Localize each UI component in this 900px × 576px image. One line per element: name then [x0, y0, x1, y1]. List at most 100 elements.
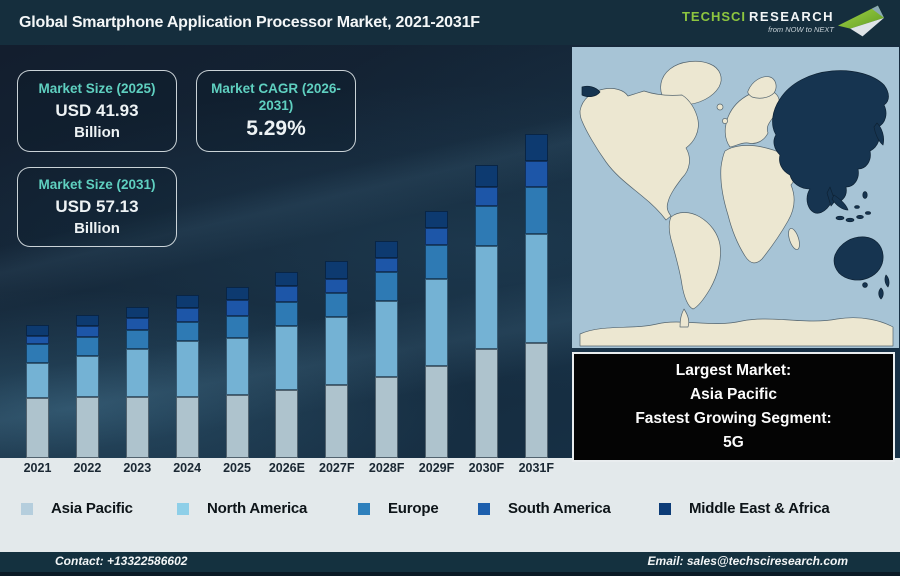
bar-segment-europe [325, 293, 348, 317]
bar-2030F [475, 165, 498, 458]
bar-segment-europe [76, 337, 99, 356]
largest-market-callout: Largest Market: Asia Pacific Fastest Gro… [572, 352, 895, 462]
legend-item-asia-pacific: Asia Pacific [21, 500, 133, 517]
bar-2031F [525, 134, 548, 458]
bar-segment-europe [275, 302, 298, 326]
techsci-logo: TechSci Research from NOW to NEXT [682, 4, 884, 38]
x-axis-label-2031F: 2031F [510, 461, 562, 475]
callout-line: Fastest Growing Segment: [574, 407, 893, 431]
stat-box-market-size-2025: Market Size (2025) USD 41.93 Billion [17, 70, 177, 152]
legend-swatch [478, 503, 490, 515]
bar-segment-asia-pacific [26, 398, 49, 458]
bar-segment-europe [475, 206, 498, 246]
stat-label: Market CAGR (2026-2031) [211, 81, 341, 115]
bar-2029F [425, 211, 448, 458]
bar-2023 [126, 307, 149, 458]
bar-segment-south-america [425, 228, 448, 245]
chart-legend: Asia Pacific North America Europe South Ame… [0, 500, 900, 524]
callout-line: Largest Market: [574, 359, 893, 383]
bar-segment-middle-east-africa [375, 241, 398, 258]
bar-segment-asia-pacific [76, 397, 99, 458]
bar-segment-middle-east-africa [226, 287, 249, 300]
bar-segment-asia-pacific [325, 385, 348, 458]
bar-segment-europe [375, 272, 398, 301]
legend-swatch [21, 503, 33, 515]
bar-segment-europe [525, 187, 548, 234]
bar-2028F [375, 241, 398, 458]
bar-segment-south-america [26, 336, 49, 344]
legend-swatch [177, 503, 189, 515]
bar-segment-north-america [26, 363, 49, 398]
bar-2021 [26, 325, 49, 458]
stat-label: Market Size (2025) [38, 81, 155, 98]
x-axis-label-2024: 2024 [161, 461, 213, 475]
page-title: Global Smartphone Application Processor … [19, 0, 480, 45]
legend-label: South America [508, 500, 611, 517]
footer-contact: Contact: +13322586602 [55, 554, 187, 568]
bar-segment-north-america [275, 326, 298, 390]
bar-segment-north-america [375, 301, 398, 377]
logo-tagline: from NOW to NEXT [768, 25, 834, 34]
footer-email: Email: sales@techsciresearch.com [648, 554, 848, 568]
world-map-asia-pacific-highlighted [572, 47, 899, 348]
bar-segment-middle-east-africa [525, 134, 548, 161]
bar-segment-europe [176, 322, 199, 341]
bar-segment-asia-pacific [425, 366, 448, 458]
bar-segment-middle-east-africa [275, 272, 298, 286]
x-axis-label-2023: 2023 [111, 461, 163, 475]
x-axis-label-2029F: 2029F [411, 461, 463, 475]
bar-segment-north-america [475, 246, 498, 349]
bar-segment-north-america [525, 234, 548, 343]
x-axis-label-2025: 2025 [211, 461, 263, 475]
bar-segment-north-america [425, 279, 448, 366]
x-axis-label-2021: 2021 [12, 461, 64, 475]
stat-value: USD 41.93 [55, 101, 138, 121]
bar-segment-middle-east-africa [425, 211, 448, 228]
bar-segment-middle-east-africa [176, 295, 199, 308]
bar-segment-middle-east-africa [26, 325, 49, 336]
footer-edge [0, 572, 900, 576]
logo-brand-part1: TechSci [682, 9, 746, 24]
market-infographic: Global Smartphone Application Processor … [0, 0, 900, 576]
legend-item-europe: Europe [358, 500, 438, 517]
bar-segment-asia-pacific [176, 397, 199, 458]
bar-segment-asia-pacific [475, 349, 498, 458]
legend-label: Europe [388, 500, 438, 517]
stat-unit: Billion [74, 124, 120, 141]
stat-label: Market Size (2031) [38, 177, 155, 194]
bar-segment-south-america [475, 187, 498, 206]
x-axis-label-2030F: 2030F [460, 461, 512, 475]
bar-segment-asia-pacific [375, 377, 398, 458]
bar-segment-asia-pacific [226, 395, 249, 458]
x-axis-label-2026E: 2026E [261, 461, 313, 475]
stat-unit: Billion [74, 220, 120, 237]
logo-brand-part2: Research [749, 9, 834, 24]
bar-segment-south-america [126, 318, 149, 330]
legend-label: North America [207, 500, 307, 517]
bar-2025 [226, 287, 249, 458]
stat-value: USD 57.13 [55, 197, 138, 217]
legend-label: Asia Pacific [51, 500, 133, 517]
legend-swatch [659, 503, 671, 515]
legend-item-middle-east-africa: Middle East & Africa [659, 500, 829, 517]
legend-label: Middle East & Africa [689, 500, 829, 517]
bar-segment-south-america [76, 326, 99, 337]
callout-line: 5G [574, 431, 893, 455]
bar-segment-middle-east-africa [126, 307, 149, 318]
legend-item-south-america: South America [478, 500, 611, 517]
bar-segment-europe [226, 316, 249, 338]
footer-bar: Contact: +13322586602 Email: sales@techs… [0, 552, 900, 572]
x-axis-label-2028F: 2028F [361, 461, 413, 475]
bar-segment-south-america [525, 161, 548, 187]
bar-segment-europe [425, 245, 448, 279]
x-axis-label-2027F: 2027F [311, 461, 363, 475]
bar-segment-asia-pacific [275, 390, 298, 458]
bar-2027F [325, 261, 348, 458]
bar-segment-south-america [325, 279, 348, 293]
header-bar: Global Smartphone Application Processor … [0, 0, 900, 45]
bar-segment-north-america [126, 349, 149, 397]
bar-segment-europe [26, 344, 49, 363]
bar-segment-asia-pacific [126, 397, 149, 458]
stat-box-market-cagr: Market CAGR (2026-2031) 5.29% [196, 70, 356, 152]
logo-arrow-icon [838, 4, 884, 38]
